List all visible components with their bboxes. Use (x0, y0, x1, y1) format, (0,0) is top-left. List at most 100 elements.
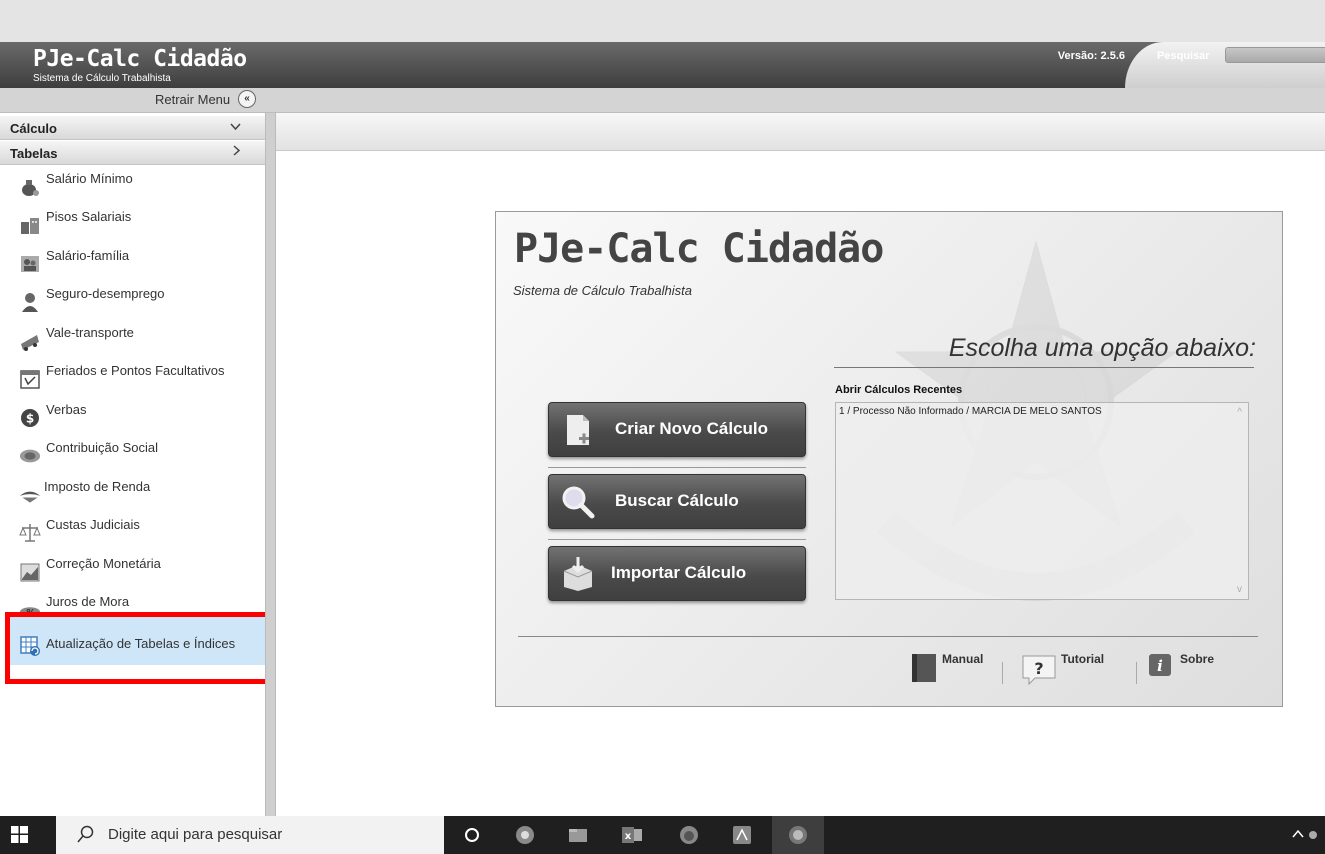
about-link[interactable]: Sobre (1180, 652, 1214, 666)
app-subtitle: Sistema de Cálculo Trabalhista (33, 73, 171, 84)
magnifier-icon (559, 483, 597, 521)
sidebar-section-calculo[interactable]: Cálculo (0, 116, 265, 140)
import-calculation-button[interactable]: Importar Cálculo (548, 546, 806, 601)
sidebar-item-feriados[interactable]: Feriados e Pontos Facultativos (0, 363, 265, 401)
chart-icon (19, 562, 41, 582)
tutorial-link[interactable]: Tutorial (1061, 652, 1104, 666)
main-toolbar (276, 113, 1325, 151)
calendar-icon (19, 369, 41, 389)
dollar-coin-icon: $ (19, 408, 41, 428)
recent-calculations-label: Abrir Cálculos Recentes (835, 384, 963, 396)
windows-start-icon[interactable] (11, 826, 28, 843)
sidebar: Cálculo Tabelas Salário Mínimo Pisos Sal… (0, 113, 265, 816)
divider (1136, 662, 1137, 684)
list-item[interactable]: 1 / Processo Não Informado / MARCIA DE M… (839, 406, 1102, 417)
social-contribution-icon (19, 446, 41, 466)
sidebar-item-correcao-monetaria[interactable]: Correção Monetária (0, 556, 265, 594)
sidebar-item-pisos-salariais[interactable]: Pisos Salariais (0, 209, 265, 247)
money-bag-icon (19, 177, 41, 197)
building-icon (19, 215, 41, 235)
sidebar-item-custas-judiciais[interactable]: Custas Judiciais (0, 517, 265, 555)
sidebar-item-contribuicao-social[interactable]: Contribuição Social (0, 440, 265, 478)
manual-book-icon[interactable] (910, 652, 938, 687)
sidebar-item-label: Verbas (46, 402, 87, 417)
pdf-reader-icon[interactable] (732, 825, 752, 845)
cortana-icon[interactable] (462, 825, 482, 845)
version-label: Versão: 2.5.6 (1057, 50, 1125, 62)
pje-calc-icon (788, 825, 808, 845)
chevron-right-icon (233, 145, 241, 159)
sidebar-item-label: Custas Judiciais (46, 517, 140, 532)
sidebar-item-label: Imposto de Renda (44, 479, 151, 494)
new-calculation-button[interactable]: Criar Novo Cálculo (548, 402, 806, 457)
family-icon (19, 254, 41, 274)
recent-calculations-list[interactable]: 1 / Processo Não Informado / MARCIA DE M… (835, 402, 1249, 600)
info-icon[interactable]: i (1148, 653, 1172, 680)
sidebar-item-label: Juros de Mora (46, 594, 130, 609)
search-label: Pesquisar (1157, 50, 1210, 62)
manual-link[interactable]: Manual (942, 652, 983, 666)
divider (548, 467, 806, 468)
windows-taskbar: Digite aqui para pesquisar x (0, 816, 1325, 854)
new-document-icon (559, 411, 597, 449)
app-title: PJe-Calc Cidadão (33, 46, 247, 72)
sidebar-item-vale-transporte[interactable]: Vale-transporte (0, 325, 265, 363)
welcome-title: PJe-Calc Cidadão (514, 226, 884, 272)
menu-toggle-label[interactable]: Retrair Menu (155, 92, 230, 107)
chevron-down-icon (230, 120, 241, 134)
app-header: PJe-Calc Cidadão Sistema de Cálculo Trab… (0, 42, 1325, 88)
chrome-icon[interactable] (515, 825, 535, 845)
divider (518, 636, 1258, 637)
scroll-down-icon[interactable]: v (1237, 584, 1242, 595)
divider (834, 367, 1254, 368)
sidebar-item-label: Correção Monetária (46, 556, 161, 571)
taskbar-search-placeholder: Digite aqui para pesquisar (108, 826, 283, 843)
bus-icon (19, 331, 41, 351)
sidebar-section-tabelas[interactable]: Tabelas (0, 141, 265, 165)
sidebar-item-salario-minimo[interactable]: Salário Mínimo (0, 171, 265, 209)
divider (1002, 662, 1003, 684)
button-label: Buscar Cálculo (615, 491, 739, 510)
sidebar-item-salario-familia[interactable]: Salário-família (0, 248, 265, 286)
sidebar-item-label: Salário Mínimo (46, 171, 133, 186)
system-tray-chevron-icon[interactable] (1291, 826, 1317, 845)
button-label: Criar Novo Cálculo (615, 419, 769, 438)
search-icon (76, 825, 94, 845)
sidebar-item-seguro-desemprego[interactable]: Seguro-desemprego (0, 286, 265, 324)
file-explorer-icon[interactable] (568, 825, 588, 845)
excel-icon[interactable]: x (621, 825, 642, 845)
search-input[interactable] (1225, 47, 1325, 63)
section-label: Tabelas (10, 146, 58, 161)
highlight-box (5, 612, 276, 684)
search-area: Pesquisar (1125, 42, 1325, 88)
sidebar-splitter[interactable] (265, 113, 276, 816)
divider (548, 539, 806, 540)
person-icon (19, 292, 41, 312)
sidebar-item-verbas[interactable]: $ Verbas (0, 402, 265, 440)
taskbar-search-box[interactable]: Digite aqui para pesquisar (56, 816, 444, 854)
active-app-tab[interactable] (772, 816, 824, 854)
sidebar-item-label: Feriados e Pontos Facultativos (46, 363, 225, 378)
svg-text:i: i (1157, 657, 1163, 675)
button-label: Importar Cálculo (611, 563, 747, 582)
welcome-subtitle: Sistema de Cálculo Trabalhista (513, 283, 692, 298)
choose-option-label: Escolha uma opção abaixo: (948, 334, 1256, 362)
import-box-icon (559, 555, 597, 593)
search-calculation-button[interactable]: Buscar Cálculo (548, 474, 806, 529)
svg-text:$: $ (26, 412, 34, 426)
scroll-up-icon[interactable]: ^ (1237, 407, 1242, 418)
svg-text:x: x (625, 831, 632, 842)
welcome-panel: PJe-Calc Cidadão Sistema de Cálculo Trab… (495, 211, 1283, 707)
sidebar-item-label: Salário-família (46, 248, 130, 263)
browser-top-strip (0, 0, 1325, 42)
income-tax-icon (19, 485, 41, 505)
scales-icon (19, 523, 41, 543)
sidebar-item-imposto-de-renda[interactable]: Imposto de Renda (0, 479, 265, 517)
menu-toggle-bar: Retrair Menu « (0, 88, 1325, 113)
firefox-icon[interactable] (679, 825, 699, 845)
help-question-icon[interactable]: ? (1021, 652, 1057, 689)
collapse-menu-icon[interactable]: « (238, 90, 256, 108)
section-label: Cálculo (10, 121, 57, 136)
sidebar-item-label: Vale-transporte (46, 325, 134, 340)
svg-text:?: ? (1034, 659, 1043, 678)
